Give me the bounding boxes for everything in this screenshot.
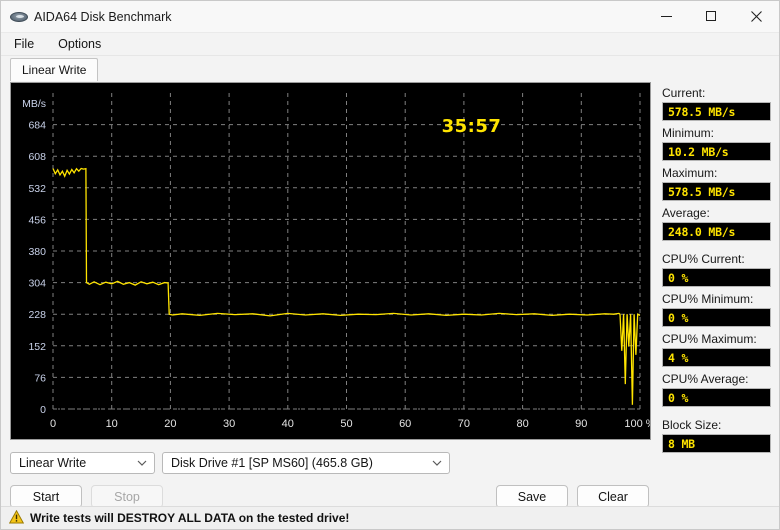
svg-text:228: 228 [28, 309, 46, 321]
start-button[interactable]: Start [10, 485, 82, 508]
drive-value: Disk Drive #1 [SP MS60] (465.8 GB) [171, 456, 373, 470]
svg-text:380: 380 [28, 246, 46, 258]
left-column: 0 76 152 228 304 380 456 532 608 684 MB/s 0 10 20 30 40… [1, 80, 656, 508]
menu-bar: File Options [1, 33, 779, 56]
clear-button[interactable]: Clear [577, 485, 649, 508]
window-title: AIDA64 Disk Benchmark [34, 9, 172, 24]
svg-text:30: 30 [223, 418, 235, 430]
elapsed-timer: 35:57 [441, 115, 502, 137]
stat-value: 248.0 MB/s [662, 222, 771, 241]
stat-item: Maximum: 578.5 MB/s [662, 166, 771, 201]
tab-strip: Linear Write [1, 56, 779, 81]
svg-text:50: 50 [340, 418, 352, 430]
stop-button: Stop [91, 485, 163, 508]
stat-value: 0 % [662, 388, 771, 407]
svg-text:70: 70 [458, 418, 470, 430]
svg-text:456: 456 [28, 214, 46, 226]
close-icon[interactable] [734, 1, 779, 32]
svg-text:684: 684 [28, 120, 46, 132]
stat-label: Current: [662, 86, 706, 100]
svg-text:80: 80 [516, 418, 528, 430]
stat-label: Minimum: [662, 126, 715, 140]
stat-label: CPU% Minimum: [662, 292, 754, 306]
disk-icon [10, 8, 28, 26]
svg-text:40: 40 [282, 418, 294, 430]
stat-item: CPU% Average: 0 % [662, 372, 771, 407]
stat-item: Block Size: 8 MB [662, 418, 771, 453]
stat-value: 0 % [662, 268, 771, 287]
stat-item: CPU% Current: 0 % [662, 252, 771, 287]
chevron-down-icon [429, 460, 445, 467]
maximize-icon[interactable] [689, 1, 734, 32]
stat-label: Block Size: [662, 418, 722, 432]
drive-dropdown[interactable]: Disk Drive #1 [SP MS60] (465.8 GB) [162, 452, 450, 474]
menu-item-file[interactable]: File [9, 35, 39, 53]
stat-value: 8 MB [662, 434, 771, 453]
button-row: Start Stop Save Clear [10, 485, 656, 508]
stat-item: Average: 248.0 MB/s [662, 206, 771, 241]
tab-linear-write[interactable]: Linear Write [10, 58, 99, 81]
warning-triangle-icon [8, 509, 25, 527]
save-button[interactable]: Save [496, 485, 568, 508]
svg-text:0: 0 [50, 418, 56, 430]
warning-bar: Write tests will DESTROY ALL DATA on the… [1, 506, 779, 529]
test-type-dropdown[interactable]: Linear Write [10, 452, 155, 474]
controls-area: Linear Write Disk Drive #1 [SP MS60] (46… [10, 440, 656, 508]
test-type-value: Linear Write [19, 456, 87, 470]
selector-row: Linear Write Disk Drive #1 [SP MS60] (46… [10, 452, 656, 474]
title-bar: AIDA64 Disk Benchmark [1, 1, 779, 33]
stat-value: 0 % [662, 308, 771, 327]
stat-item: Minimum: 10.2 MB/s [662, 126, 771, 161]
stat-value: 10.2 MB/s [662, 142, 771, 161]
stat-label: Maximum: [662, 166, 718, 180]
svg-text:304: 304 [28, 278, 46, 290]
stat-value: 578.5 MB/s [662, 102, 771, 121]
svg-text:76: 76 [34, 372, 46, 384]
aida64-disk-benchmark-window: AIDA64 Disk Benchmark File Options Linea… [0, 0, 780, 530]
stat-label: CPU% Current: [662, 252, 745, 266]
svg-text:100 %: 100 % [624, 418, 650, 430]
minimize-icon[interactable] [644, 1, 689, 32]
benchmark-graph: 0 76 152 228 304 380 456 532 608 684 MB/s 0 10 20 30 40… [10, 82, 651, 440]
svg-text:90: 90 [575, 418, 587, 430]
stat-item: CPU% Minimum: 0 % [662, 292, 771, 327]
svg-text:608: 608 [28, 151, 46, 163]
stat-label: CPU% Maximum: [662, 332, 757, 346]
svg-text:MB/s: MB/s [22, 98, 46, 110]
stat-item: CPU% Maximum: 4 % [662, 332, 771, 367]
svg-text:532: 532 [28, 183, 46, 195]
statistics-panel: Current: 578.5 MB/s Minimum: 10.2 MB/s Maxim… [656, 80, 779, 506]
window-controls [644, 1, 779, 32]
svg-text:60: 60 [399, 418, 411, 430]
stat-label: CPU% Average: [662, 372, 749, 386]
stat-value: 578.5 MB/s [662, 182, 771, 201]
content-area: 0 76 152 228 304 380 456 532 608 684 MB/s 0 10 20 30 40… [1, 80, 779, 508]
chevron-down-icon [134, 460, 150, 467]
stat-label: Average: [662, 206, 710, 220]
menu-item-options[interactable]: Options [53, 35, 106, 53]
svg-text:152: 152 [28, 341, 46, 353]
svg-text:20: 20 [164, 418, 176, 430]
warning-text: Write tests will DESTROY ALL DATA on the… [30, 511, 350, 525]
svg-text:0: 0 [40, 404, 46, 416]
svg-text:10: 10 [106, 418, 118, 430]
stat-item: Current: 578.5 MB/s [662, 86, 771, 121]
stat-value: 4 % [662, 348, 771, 367]
